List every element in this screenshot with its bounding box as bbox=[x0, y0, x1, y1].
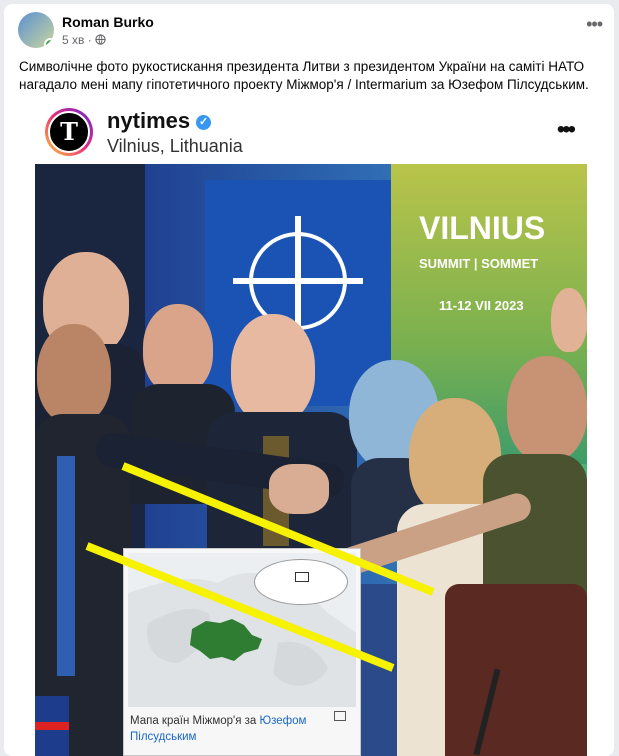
username-text: nytimes bbox=[107, 108, 191, 133]
post-more-icon[interactable]: ••• bbox=[586, 14, 603, 35]
embedded-screenshot[interactable]: T nytimes ✓ Vilnius, Lithuania ••• VILNIU… bbox=[35, 102, 587, 756]
author-name[interactable]: Roman Burko bbox=[62, 14, 154, 30]
avatar[interactable] bbox=[18, 12, 54, 48]
instagram-username[interactable]: nytimes ✓ bbox=[107, 108, 212, 134]
highlight-line-upper bbox=[121, 462, 435, 596]
post-text: Символічне фото рукостискання президента… bbox=[19, 59, 589, 92]
highlight-lines bbox=[85, 462, 435, 672]
online-status-dot bbox=[44, 38, 54, 48]
post-time[interactable]: 5 хв bbox=[62, 33, 84, 47]
nytimes-logo[interactable]: T bbox=[45, 108, 93, 156]
post-header: Roman Burko 5 хв · ••• bbox=[4, 4, 614, 56]
instagram-location[interactable]: Vilnius, Lithuania bbox=[107, 136, 243, 157]
instagram-more-icon[interactable]: ••• bbox=[557, 116, 576, 144]
highlight-line-lower bbox=[85, 542, 395, 672]
verified-icon: ✓ bbox=[196, 114, 212, 130]
summit-photo: VILNIUS SUMMIT | SOMMET 11-12 VII 2023 М… bbox=[35, 164, 587, 756]
facebook-post: Roman Burko 5 хв · ••• Символічне фото р… bbox=[4, 4, 614, 756]
nytimes-logo-letter: T bbox=[48, 111, 90, 153]
globe-icon bbox=[95, 34, 106, 45]
separator-dot: · bbox=[87, 33, 96, 47]
instagram-header: T nytimes ✓ Vilnius, Lithuania ••• bbox=[35, 102, 587, 164]
post-meta: 5 хв · bbox=[62, 33, 106, 47]
